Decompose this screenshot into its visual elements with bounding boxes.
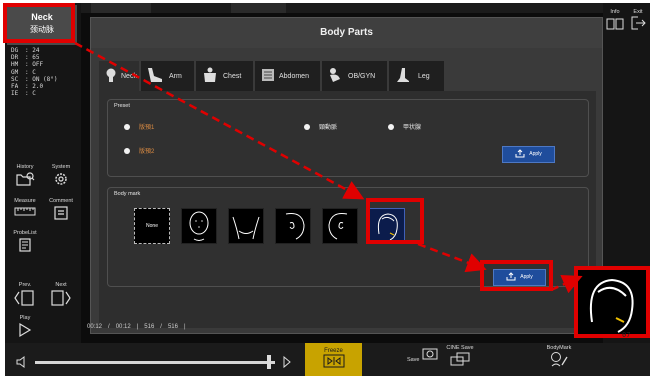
annotation-arrows [74, 41, 583, 294]
app-root: Neck 颈动脉 DG: 24 DR: 65 HM: OFF GM: C SC:… [0, 0, 655, 376]
arrow-to-apply [417, 242, 487, 273]
arrow-to-bodymark [74, 41, 365, 200]
arrow-to-preview [550, 274, 583, 294]
